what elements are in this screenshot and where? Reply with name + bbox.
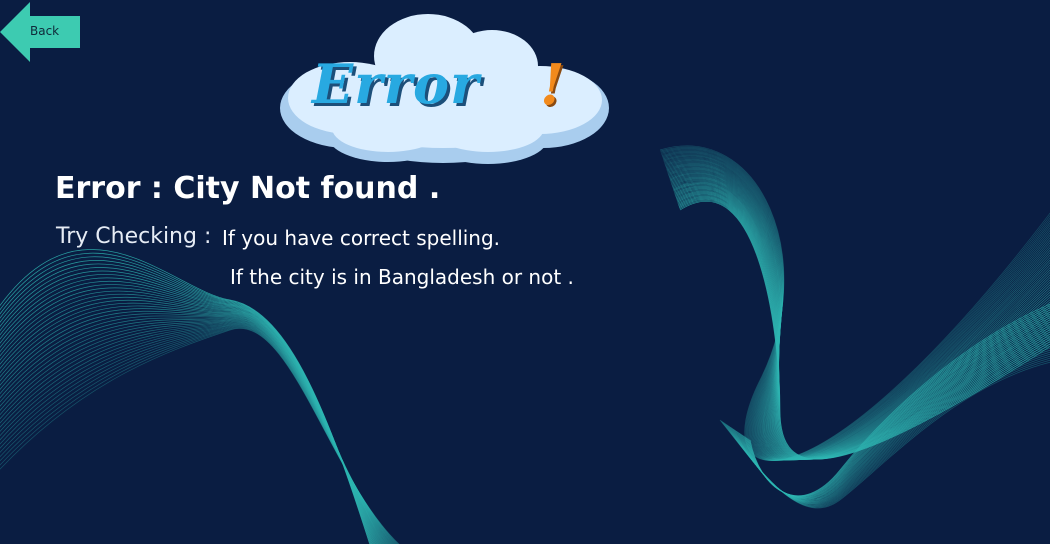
error-word: Error (312, 52, 480, 116)
error-cloud-badge: Error ! (278, 8, 612, 168)
exclamation-icon: ! (540, 52, 565, 118)
error-title: Error : City Not found . (55, 171, 441, 206)
back-button-label: Back (30, 24, 60, 38)
hint-country: If the city is in Bangladesh or not . (230, 265, 574, 289)
try-checking-label: Try Checking : (56, 224, 212, 249)
back-button[interactable]: Back (0, 2, 80, 62)
hint-spelling: If you have correct spelling. (222, 226, 501, 250)
